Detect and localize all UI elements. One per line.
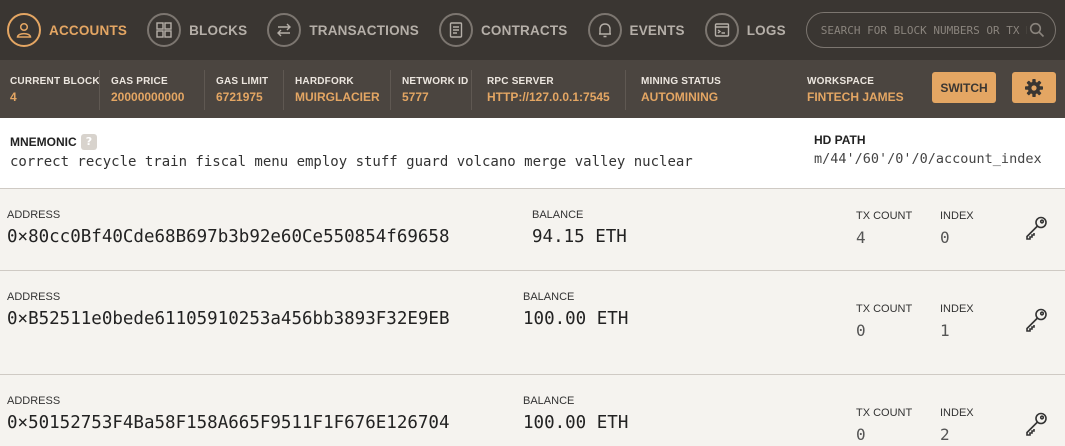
divider <box>283 70 284 110</box>
stat-label: GAS PRICE <box>111 76 168 87</box>
account-index: 2 <box>940 425 950 444</box>
mnemonic-label: MNEMONIC <box>10 135 77 149</box>
settings-button[interactable] <box>1012 72 1056 103</box>
nav-label: TRANSACTIONS <box>309 22 419 38</box>
logs-icon <box>704 13 739 47</box>
index-label: INDEX <box>940 210 974 222</box>
tx-count-label: TX COUNT <box>856 303 913 315</box>
mnemonic-words: correct recycle train fiscal menu employ… <box>10 154 693 170</box>
stat-gas-limit: GAS LIMIT 6721975 <box>216 76 268 104</box>
address-label: ADDRESS <box>7 395 61 407</box>
tx-count: 0 <box>856 321 866 340</box>
nav-label: LOGS <box>746 22 786 38</box>
stat-value: AUTOMINING <box>641 90 719 104</box>
blocks-icon <box>147 13 182 47</box>
gear-icon <box>1025 78 1043 97</box>
tx-count-label: TX COUNT <box>856 210 913 222</box>
divider <box>471 70 472 110</box>
transactions-icon <box>267 13 302 47</box>
bell-icon <box>587 13 622 47</box>
nav-label: ACCOUNTS <box>49 22 128 38</box>
divider <box>625 70 626 110</box>
divider <box>99 70 100 110</box>
nav-blocks[interactable]: BLOCKS <box>147 13 247 47</box>
stat-label: NETWORK ID <box>402 76 469 87</box>
stat-label: MINING STATUS <box>641 76 722 87</box>
stat-label: CURRENT BLOCK <box>10 76 100 87</box>
nav-accounts[interactable]: ACCOUNTS <box>7 13 127 47</box>
account-index: 1 <box>940 321 950 340</box>
switch-button[interactable]: SWITCH <box>932 72 996 103</box>
stat-gas-price: GAS PRICE 20000000000 <box>111 76 184 104</box>
account-address: 0×50152753F4Ba58F158A665F9511F1F676E1267… <box>7 413 450 433</box>
account-address: 0×B52511e0bede61105910253a456bb3893F32E9… <box>7 309 450 329</box>
tx-count: 4 <box>856 228 866 247</box>
nav-transactions[interactable]: TRANSACTIONS <box>267 13 419 47</box>
divider <box>204 70 205 110</box>
nav-label: CONTRACTS <box>480 22 568 38</box>
nav-label: BLOCKS <box>189 22 248 38</box>
stat-value: MUIRGLACIER <box>295 90 380 104</box>
account-balance: 100.00 ETH <box>523 413 629 433</box>
divider <box>390 70 391 110</box>
account-balance: 94.15 ETH <box>532 227 627 247</box>
nav-logs[interactable]: LOGS <box>704 13 786 47</box>
stat-mining-status: MINING STATUS AUTOMINING <box>641 76 721 104</box>
stat-label: GAS LIMIT <box>216 76 269 87</box>
nav-contracts[interactable]: CONTRACTS <box>438 13 568 47</box>
search-input[interactable] <box>818 22 1029 38</box>
user-icon <box>7 13 41 47</box>
key-icon[interactable] <box>1023 411 1049 437</box>
hd-path-label: HD PATH <box>814 133 866 147</box>
top-nav: ACCOUNTS BLOCKS TRANSACTIONS CONTRACTS E… <box>0 0 1065 60</box>
address-label: ADDRESS <box>7 291 61 303</box>
search-box[interactable] <box>805 12 1056 48</box>
stat-rpc-server: RPC SERVER HTTP://127.0.0.1:7545 <box>487 76 610 104</box>
index-label: INDEX <box>940 303 974 315</box>
index-label: INDEX <box>940 407 974 419</box>
account-row[interactable]: ADDRESS 0×B52511e0bede61105910253a456bb3… <box>0 271 1065 375</box>
address-label: ADDRESS <box>7 209 61 221</box>
hd-path-value: m/44'/60'/0'/0/account_index <box>814 151 1042 167</box>
stat-label: HARDFORK <box>295 76 354 87</box>
mnemonic-panel: MNEMONIC ? correct recycle train fiscal … <box>0 118 1065 189</box>
stat-label: RPC SERVER <box>487 76 554 87</box>
contracts-icon <box>438 13 473 47</box>
stat-hardfork: HARDFORK MUIRGLACIER <box>295 76 380 104</box>
nav-label: EVENTS <box>629 22 685 38</box>
nav-events[interactable]: EVENTS <box>587 13 685 47</box>
tx-count: 0 <box>856 425 866 444</box>
account-index: 0 <box>940 228 950 247</box>
stat-current-block: CURRENT BLOCK 4 <box>10 76 100 104</box>
stat-workspace: WORKSPACE FINTECH JAMES <box>807 76 904 104</box>
balance-label: BALANCE <box>523 291 575 303</box>
search-icon[interactable] <box>1029 22 1045 38</box>
status-bar: CURRENT BLOCK 4 GAS PRICE 20000000000 GA… <box>0 60 1065 118</box>
stat-value: 4 <box>10 90 17 104</box>
stat-value: 20000000000 <box>111 90 185 104</box>
account-row[interactable]: ADDRESS 0×50152753F4Ba58F158A665F9511F1F… <box>0 375 1065 445</box>
stat-value: 5777 <box>402 90 429 104</box>
account-row[interactable]: ADDRESS 0×80cc0Bf40Cde68B697b3b92e60Ce55… <box>0 189 1065 271</box>
key-icon[interactable] <box>1023 215 1049 241</box>
stat-network-id: NETWORK ID 5777 <box>402 76 468 104</box>
key-icon[interactable] <box>1023 307 1049 333</box>
stat-value: FINTECH JAMES <box>807 90 904 104</box>
account-address: 0×80cc0Bf40Cde68B697b3b92e60Ce550854f696… <box>7 227 450 247</box>
tx-count-label: TX COUNT <box>856 407 913 419</box>
balance-label: BALANCE <box>523 395 575 407</box>
balance-label: BALANCE <box>532 209 584 221</box>
stat-value: HTTP://127.0.0.1:7545 <box>487 90 610 104</box>
help-icon[interactable]: ? <box>81 134 97 150</box>
stat-label: WORKSPACE <box>807 76 875 87</box>
account-balance: 100.00 ETH <box>523 309 629 329</box>
stat-value: 6721975 <box>216 90 263 104</box>
